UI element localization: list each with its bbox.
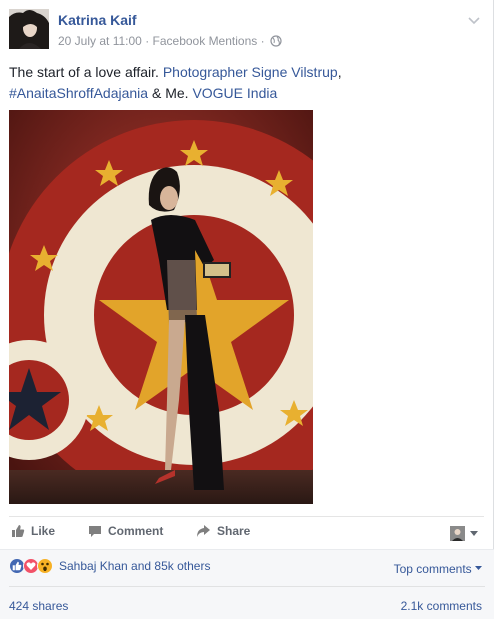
chevron-down-icon[interactable] [467,12,481,25]
facebook-post: Katrina Kaif 20 July at 11:00 · Facebook… [0,0,494,619]
post-meta: 20 July at 11:00 · Facebook Mentions · [58,34,282,50]
hashtag-link[interactable]: #AnaitaShroffAdajania [9,85,148,101]
divider [9,586,485,587]
wow-reaction-icon [37,558,53,574]
comment-button[interactable]: Comment [88,524,163,538]
post-photo[interactable] [9,110,313,504]
post-as-selector[interactable] [450,524,479,542]
post-text-part: The start of a love affair. [9,64,163,80]
vogue-india-link[interactable]: VOGUE India [192,85,277,101]
like-button[interactable]: Like [11,524,55,538]
shares-count[interactable]: 424 shares [9,599,68,613]
reactors-text[interactable]: Sahbaj Khan and 85k others [59,559,210,573]
caret-down-icon [475,560,482,574]
reaction-summary[interactable]: Sahbaj Khan and 85k others [9,558,210,574]
share-label: Share [217,524,251,538]
meta-separator: · [260,34,265,48]
post-text-part: & Me. [148,85,193,101]
share-icon [196,524,211,538]
post-source[interactable]: Facebook Mentions [153,34,258,48]
thumbs-up-icon [11,524,25,538]
caret-down-icon [469,524,479,542]
comments-count[interactable]: 2.1k comments [401,599,482,613]
meta-separator: · [145,34,150,48]
reactions-band: Sahbaj Khan and 85k others Top comments … [0,549,494,619]
top-comments-dropdown[interactable]: Top comments [394,560,482,576]
author-avatar[interactable] [9,9,49,49]
post-text: The start of a love affair. Photographer… [9,62,479,104]
photographer-link[interactable]: Photographer Signe Vilstrup [163,64,338,80]
comment-label: Comment [108,524,164,538]
post-text-part: , [337,64,342,80]
author-name[interactable]: Katrina Kaif [58,12,137,28]
post-actions: Like Comment Share [9,517,483,547]
page-avatar [450,525,465,541]
post-date[interactable]: 20 July at 11:00 [58,34,142,48]
top-comments-label: Top comments [393,562,472,576]
comment-icon [88,524,102,538]
globe-icon [270,35,282,50]
like-label: Like [31,524,56,538]
share-button[interactable]: Share [196,524,250,538]
